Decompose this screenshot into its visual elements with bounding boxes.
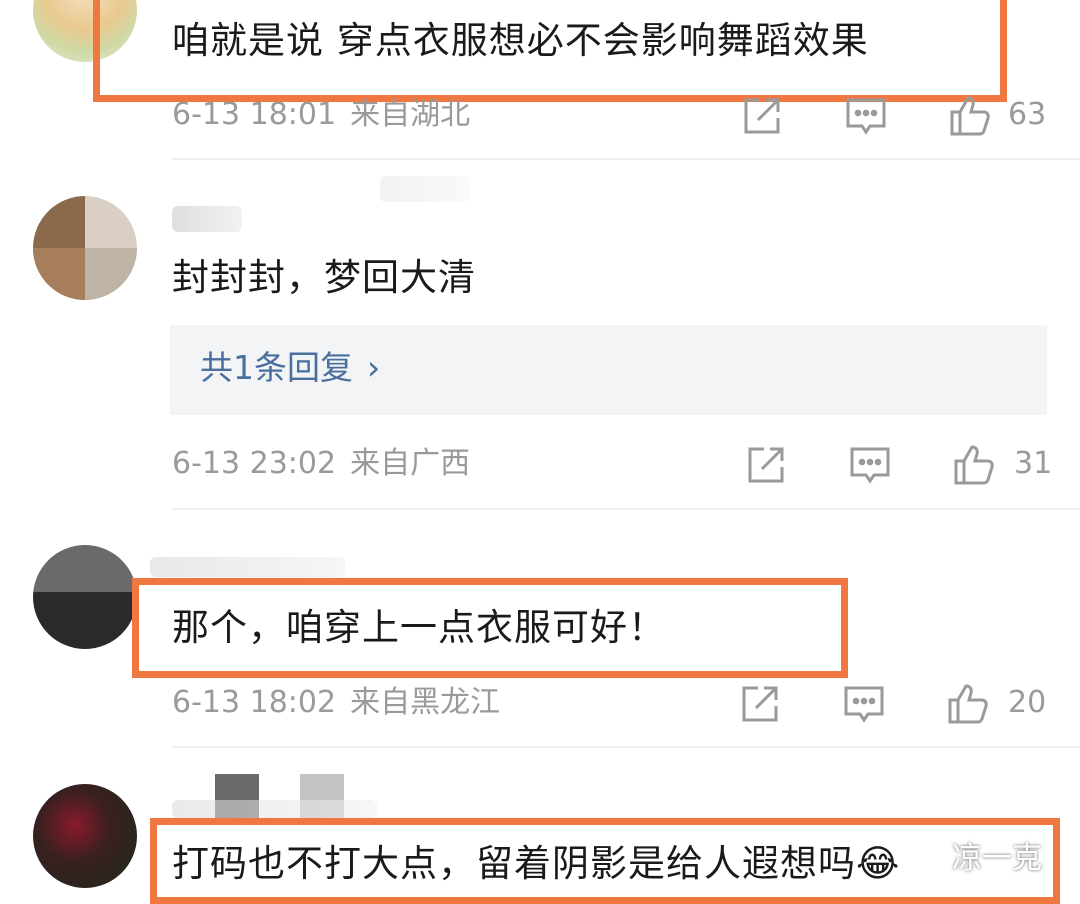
comment-location: 来自广西	[350, 446, 471, 481]
comment-location: 来自湖北	[350, 97, 471, 132]
divider	[172, 746, 1080, 748]
comment-time: 6-13 18:01	[172, 97, 337, 132]
username-redacted	[150, 557, 345, 577]
comment-meta: 6-13 18:01 来自湖北	[172, 100, 470, 130]
username-redacted	[172, 206, 242, 232]
comment-time: 6-13 18:02	[172, 685, 337, 720]
username-redacted	[172, 800, 377, 818]
share-icon[interactable]	[736, 680, 784, 728]
like-count: 63	[1008, 97, 1047, 132]
comment-text: 咱就是说 穿点衣服想必不会影响舞蹈效果	[172, 19, 869, 62]
reply-count-label: 共1条回复	[200, 348, 353, 387]
comment-text: 打码也不打大点，留着阴影是给人遐想吗😂	[172, 842, 901, 885]
comment-text: 那个，咱穿上一点衣服可好！	[172, 606, 666, 649]
comment-icon[interactable]	[846, 441, 894, 489]
comment-meta: 6-13 18:02 来自黑龙江	[172, 688, 500, 718]
comment-text: 封封封，梦回大清	[172, 256, 476, 299]
chevron-right-icon: ›	[367, 348, 381, 387]
like-icon[interactable]	[946, 92, 994, 140]
avatar[interactable]	[33, 196, 137, 300]
comment-location: 来自黑龙江	[350, 685, 501, 720]
comment-time: 6-13 23:02	[172, 446, 337, 481]
username-redacted	[380, 176, 470, 202]
divider	[172, 508, 1080, 510]
comment-meta: 6-13 23:02 来自广西	[172, 449, 470, 479]
like-icon[interactable]	[944, 680, 992, 728]
comment-icon[interactable]	[840, 680, 888, 728]
share-icon[interactable]	[738, 92, 786, 140]
like-count: 20	[1008, 685, 1047, 720]
avatar[interactable]	[33, 784, 137, 888]
watermark: 凉一克	[952, 841, 1042, 876]
share-icon[interactable]	[742, 441, 790, 489]
avatar[interactable]	[33, 545, 137, 649]
like-icon[interactable]	[950, 441, 998, 489]
reply-summary[interactable]: 共1条回复 ›	[170, 325, 1047, 415]
divider	[172, 158, 1080, 160]
like-count: 31	[1014, 446, 1053, 481]
comment-icon[interactable]	[842, 92, 890, 140]
